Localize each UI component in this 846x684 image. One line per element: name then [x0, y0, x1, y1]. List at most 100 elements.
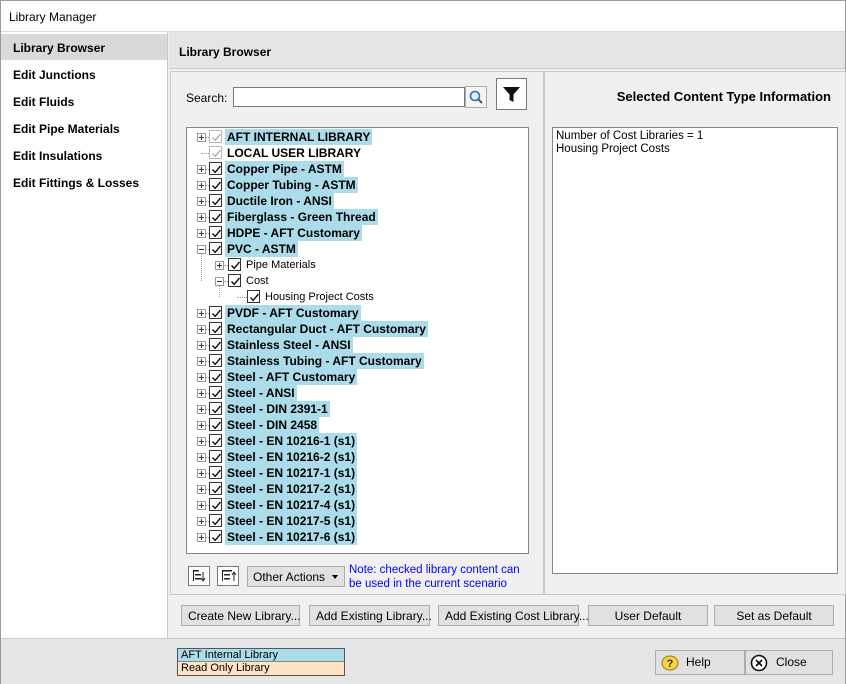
tree-node-library[interactable]: Steel - EN 10217-5 (s1)	[187, 513, 527, 529]
expand-toggle-icon[interactable]	[197, 533, 206, 542]
tree-node-library[interactable]: Steel - ANSI	[187, 385, 527, 401]
tree-checkbox[interactable]	[209, 386, 222, 399]
expand-toggle-icon[interactable]	[197, 501, 206, 510]
tree-node-label: Steel - AFT Customary	[225, 369, 358, 385]
expand-toggle-icon[interactable]	[197, 181, 206, 190]
tree-node-library[interactable]: LOCAL USER LIBRARY	[187, 145, 527, 161]
tree-node-library[interactable]: Steel - DIN 2458	[187, 417, 527, 433]
expand-toggle-icon[interactable]	[215, 261, 224, 270]
tree-node-library[interactable]: PVC - ASTM	[187, 241, 527, 257]
tree-checkbox[interactable]	[209, 146, 222, 159]
tree-node-library[interactable]: Stainless Tubing - AFT Customary	[187, 353, 527, 369]
tree-checkbox[interactable]	[209, 210, 222, 223]
expand-toggle-icon[interactable]	[197, 421, 206, 430]
tree-checkbox[interactable]	[209, 498, 222, 511]
sidebar-item-library-browser[interactable]: Library Browser	[1, 34, 167, 60]
tree-checkbox[interactable]	[209, 178, 222, 191]
set-as-default-button[interactable]: Set as Default	[714, 605, 834, 626]
expand-toggle-icon[interactable]	[197, 197, 206, 206]
tree-node-library[interactable]: Steel - DIN 2391-1	[187, 401, 527, 417]
expand-toggle-icon[interactable]	[197, 405, 206, 414]
tree-node-library[interactable]: PVDF - AFT Customary	[187, 305, 527, 321]
tree-node-library[interactable]: Copper Tubing - ASTM	[187, 177, 527, 193]
tree-node-library[interactable]: Copper Pipe - ASTM	[187, 161, 527, 177]
sidebar-item-edit-fluids[interactable]: Edit Fluids	[1, 88, 167, 114]
tree-node-library[interactable]: Rectangular Duct - AFT Customary	[187, 321, 527, 337]
collapse-toggle-icon[interactable]	[197, 245, 206, 254]
expand-toggle-icon[interactable]	[197, 309, 206, 318]
help-button[interactable]: ? Help	[655, 650, 745, 675]
tree-node-library[interactable]: Stainless Steel - ANSI	[187, 337, 527, 353]
tree-checkbox[interactable]	[209, 434, 222, 447]
tree-node-library[interactable]: HDPE - AFT Customary	[187, 225, 527, 241]
expand-toggle-icon[interactable]	[197, 517, 206, 526]
footer-bar: AFT Internal Library Read Only Library ?…	[1, 638, 845, 684]
tree-checkbox[interactable]	[209, 226, 222, 239]
filter-button[interactable]	[496, 78, 527, 110]
tree-checkbox[interactable]	[209, 354, 222, 367]
expand-toggle-icon[interactable]	[197, 453, 206, 462]
expand-toggle-icon[interactable]	[197, 325, 206, 334]
tree-checkbox[interactable]	[209, 162, 222, 175]
tree-checkbox[interactable]	[209, 194, 222, 207]
expand-toggle-icon[interactable]	[197, 389, 206, 398]
tree-checkbox[interactable]	[209, 466, 222, 479]
tree-node-library[interactable]: Steel - AFT Customary	[187, 369, 527, 385]
tree-checkbox[interactable]	[209, 530, 222, 543]
expand-toggle-icon[interactable]	[197, 373, 206, 382]
tree-node-content[interactable]: Housing Project Costs	[187, 289, 527, 305]
collapse-all-button[interactable]	[217, 566, 239, 586]
expand-toggle-icon[interactable]	[197, 165, 206, 174]
create-new-library-button[interactable]: Create New Library...	[181, 605, 300, 626]
expand-toggle-icon[interactable]	[197, 357, 206, 366]
expand-toggle-icon[interactable]	[197, 133, 206, 142]
tree-checkbox[interactable]	[209, 322, 222, 335]
close-button[interactable]: Close	[745, 650, 833, 675]
tree-checkbox[interactable]	[228, 258, 241, 271]
tree-node-library[interactable]: Steel - EN 10216-2 (s1)	[187, 449, 527, 465]
tree-node-label: LOCAL USER LIBRARY	[227, 146, 362, 160]
tree-checkbox[interactable]	[228, 274, 241, 287]
tree-node-library[interactable]: Ductile Iron - ANSI	[187, 193, 527, 209]
tree-checkbox[interactable]	[247, 290, 260, 303]
tree-node-library[interactable]: Steel - EN 10217-1 (s1)	[187, 465, 527, 481]
tree-checkbox[interactable]	[209, 242, 222, 255]
tree-node-library[interactable]: Steel - EN 10217-6 (s1)	[187, 529, 527, 545]
sidebar-item-edit-pipe-materials[interactable]: Edit Pipe Materials	[1, 115, 167, 141]
tree-checkbox[interactable]	[209, 450, 222, 463]
tree-node-library[interactable]: Steel - EN 10217-4 (s1)	[187, 497, 527, 513]
search-input[interactable]	[233, 87, 465, 107]
expand-all-button[interactable]	[188, 566, 210, 586]
library-tree[interactable]: AFT INTERNAL LIBRARY LOCAL USER LIBRARY Co…	[186, 127, 529, 554]
collapse-toggle-icon[interactable]	[215, 277, 224, 286]
tree-node-library[interactable]: Fiberglass - Green Thread	[187, 209, 527, 225]
expand-toggle-icon[interactable]	[197, 213, 206, 222]
tree-node-library[interactable]: AFT INTERNAL LIBRARY	[187, 129, 527, 145]
tree-checkbox[interactable]	[209, 418, 222, 431]
search-button[interactable]	[465, 86, 487, 108]
tree-node-library[interactable]: Steel - EN 10217-2 (s1)	[187, 481, 527, 497]
tree-checkbox[interactable]	[209, 130, 222, 143]
tree-node-library[interactable]: Steel - EN 10216-1 (s1)	[187, 433, 527, 449]
tree-checkbox[interactable]	[209, 306, 222, 319]
add-existing-cost-library-button[interactable]: Add Existing Cost Library...	[438, 605, 589, 626]
tree-checkbox[interactable]	[209, 338, 222, 351]
other-actions-dropdown[interactable]: Other Actions	[247, 566, 345, 587]
expand-toggle-icon[interactable]	[197, 485, 206, 494]
tree-node-content[interactable]: Pipe Materials	[187, 257, 527, 273]
expand-toggle-icon[interactable]	[197, 437, 206, 446]
tree-checkbox[interactable]	[209, 482, 222, 495]
expand-toggle-icon[interactable]	[197, 469, 206, 478]
user-default-button[interactable]: User Default	[588, 605, 708, 626]
tree-checkbox[interactable]	[209, 514, 222, 527]
sidebar-item-edit-insulations[interactable]: Edit Insulations	[1, 142, 167, 168]
tree-node-content[interactable]: Cost	[187, 273, 527, 289]
tree-checkbox[interactable]	[209, 402, 222, 415]
expand-toggle-icon[interactable]	[197, 341, 206, 350]
expand-toggle-icon[interactable]	[197, 229, 206, 238]
filter-icon	[497, 87, 526, 112]
sidebar-item-edit-fittings-losses[interactable]: Edit Fittings & Losses	[1, 169, 167, 195]
sidebar-item-edit-junctions[interactable]: Edit Junctions	[1, 61, 167, 87]
tree-checkbox[interactable]	[209, 370, 222, 383]
add-existing-library-button[interactable]: Add Existing Library...	[309, 605, 432, 626]
